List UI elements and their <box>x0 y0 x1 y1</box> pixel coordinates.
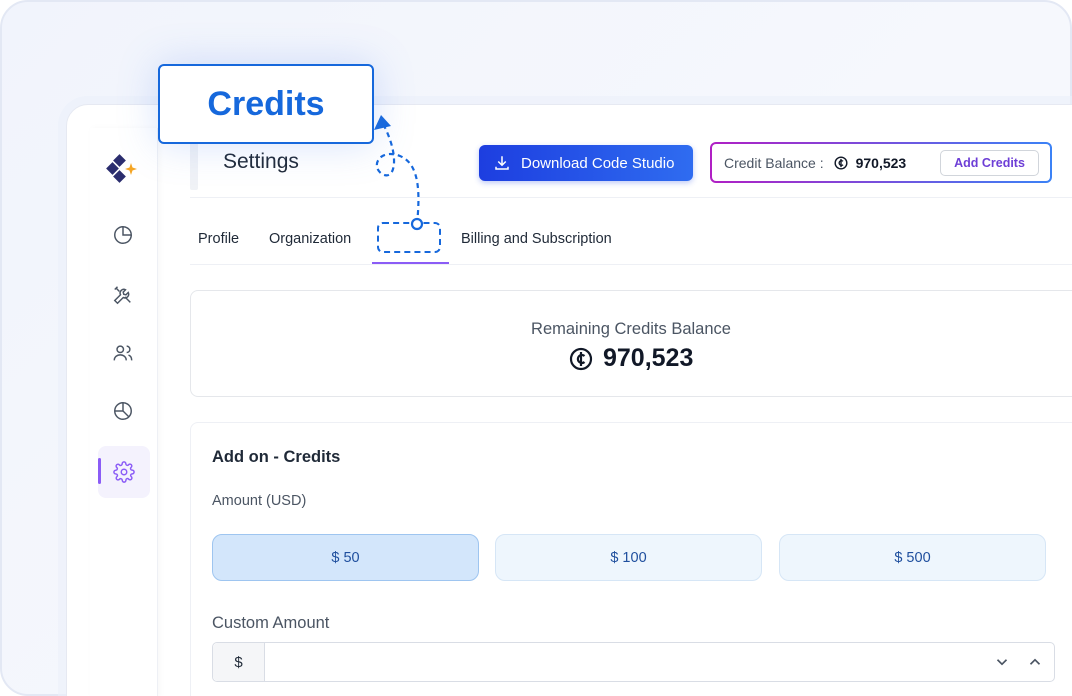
custom-amount-label: Custom Amount <box>212 614 330 632</box>
tab-organization[interactable]: Organization <box>269 231 351 247</box>
analytics-icon <box>114 402 132 420</box>
download-icon <box>495 156 509 170</box>
credits-callout: Credits <box>158 64 374 144</box>
sidebar-item-settings[interactable] <box>111 459 137 485</box>
remaining-balance-value: 970,523 <box>603 344 694 372</box>
chevron-down-icon[interactable] <box>993 653 1011 671</box>
tab-billing-and-subscription[interactable]: Billing and Subscription <box>461 231 612 247</box>
sidebar-item-tools[interactable] <box>110 282 136 308</box>
amount-option-500[interactable]: $ 500 <box>779 534 1046 581</box>
amount-option-50[interactable]: $ 50 <box>212 534 479 581</box>
sidebar-item-analytics[interactable] <box>110 398 136 424</box>
credit-balance-label: Credit Balance : <box>724 154 824 171</box>
tab-credits-underline <box>372 262 449 264</box>
addon-title: Add on - Credits <box>212 448 341 466</box>
credit-balance-value: 970,523 <box>855 154 907 171</box>
credit-coin-icon <box>569 347 593 370</box>
tools-icon <box>113 286 131 305</box>
remaining-balance-title: Remaining Credits Balance <box>531 320 731 338</box>
amount-option-100[interactable]: $ 100 <box>495 534 762 581</box>
sidebar-active-indicator <box>98 458 101 484</box>
sidebar-item-dashboard[interactable] <box>110 222 136 248</box>
download-code-studio-button[interactable]: Download Code Studio <box>479 145 693 181</box>
credit-balance-box: Credit Balance : 970,523 Add Credits <box>710 142 1052 183</box>
gear-icon <box>113 461 135 483</box>
tab-profile[interactable]: Profile <box>198 231 239 247</box>
chevron-up-icon[interactable] <box>1026 653 1044 671</box>
page-title: Settings <box>223 150 299 173</box>
amount-label: Amount (USD) <box>212 493 307 509</box>
sidebar-item-users[interactable] <box>110 340 136 366</box>
pie-chart-icon <box>114 226 132 244</box>
app-logo-icon <box>106 154 137 183</box>
credit-coin-icon <box>834 155 848 170</box>
tabs-divider <box>190 264 1072 265</box>
users-icon <box>113 345 133 361</box>
add-credits-button[interactable]: Add Credits <box>940 150 1039 176</box>
download-button-label: Download Code Studio <box>521 154 675 172</box>
currency-prefix: $ <box>213 643 265 681</box>
remaining-balance-amount: 970,523 <box>569 344 693 373</box>
custom-amount-input[interactable]: $ <box>212 642 1055 682</box>
header-edge <box>190 138 198 190</box>
